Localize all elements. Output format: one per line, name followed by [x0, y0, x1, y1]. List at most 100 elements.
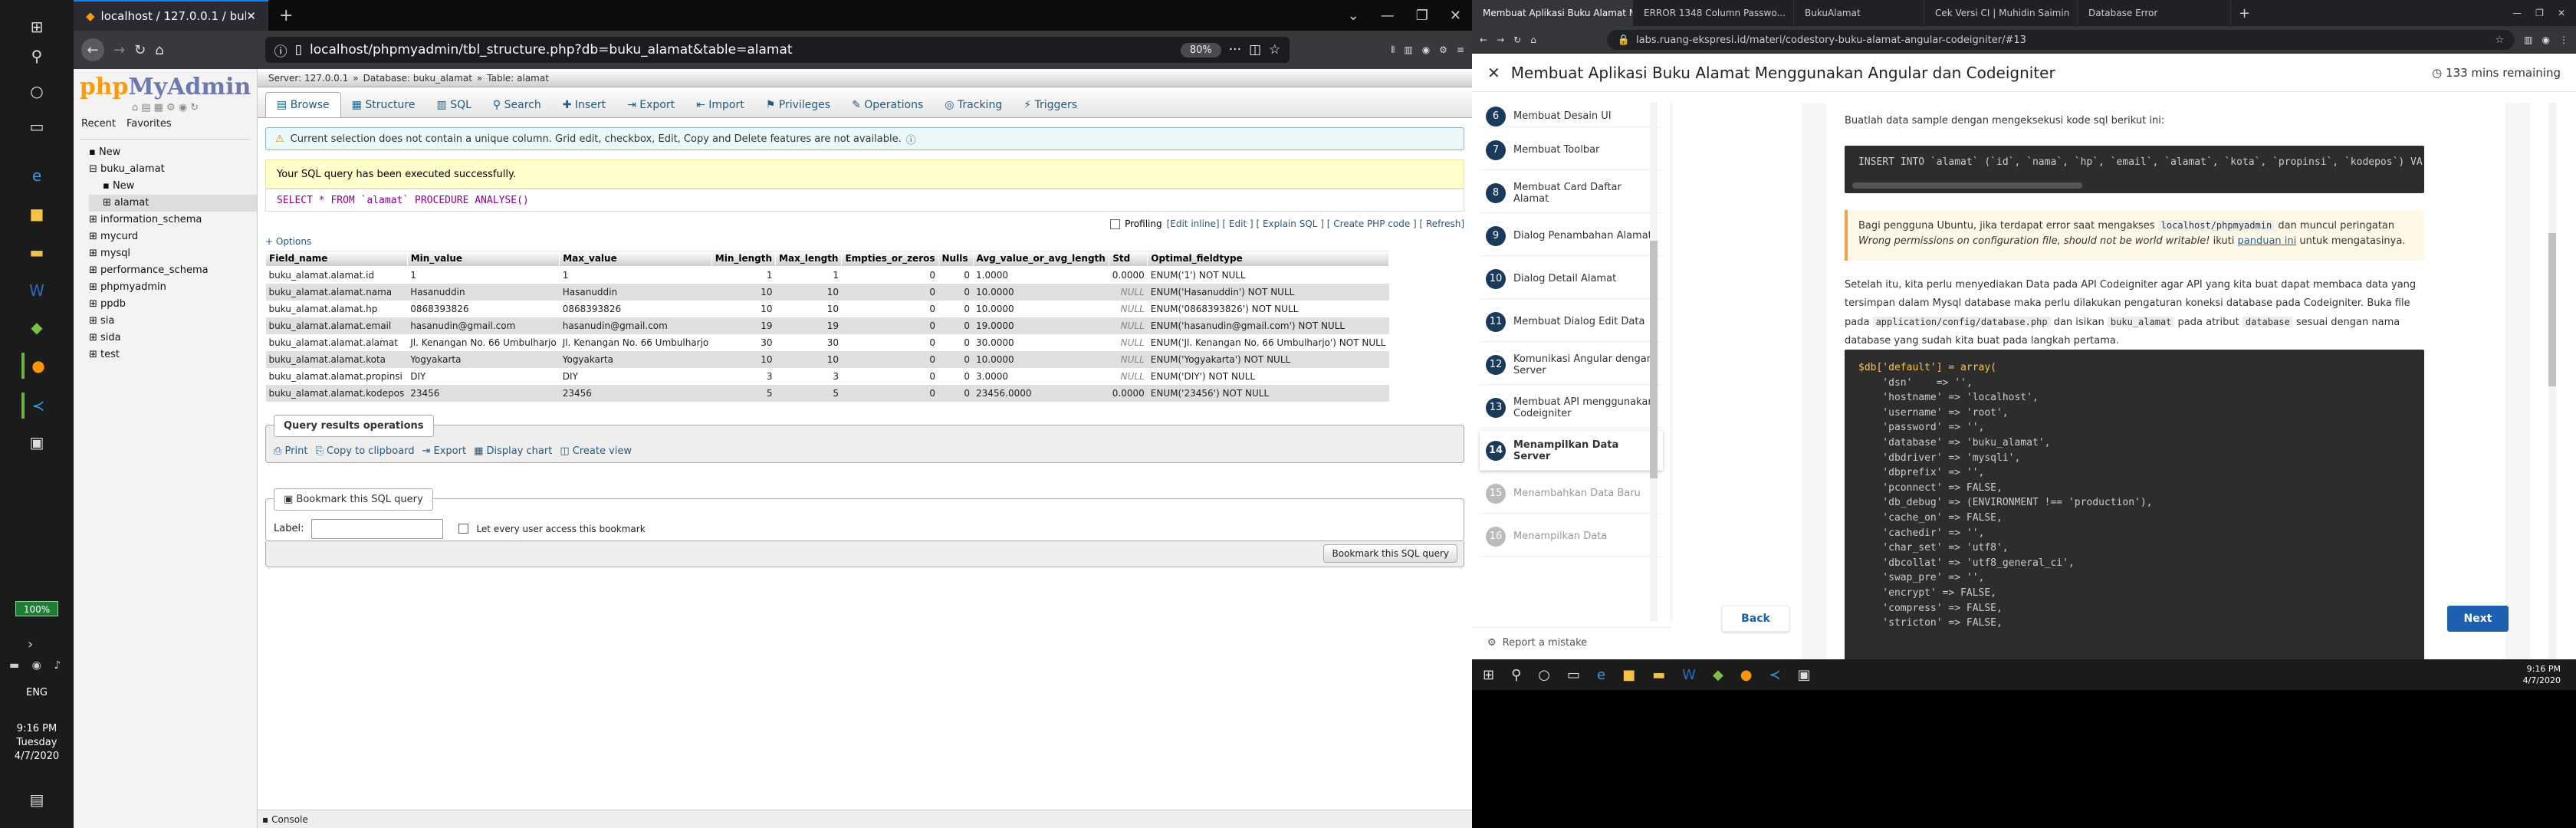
- firefox-icon[interactable]: ●: [21, 353, 52, 379]
- breadcrumb-database[interactable]: Database: buku_alamat: [363, 73, 472, 84]
- edge-icon[interactable]: e: [21, 163, 52, 189]
- close-window-icon[interactable]: ✕: [1439, 8, 1472, 24]
- restore-icon[interactable]: ❐: [1405, 8, 1439, 24]
- col-empties-zeros[interactable]: Empties_or_zeros: [841, 250, 939, 267]
- breadcrumb-table[interactable]: Table: alamat: [487, 73, 549, 84]
- lesson-item[interactable]: 9 Dialog Penambahan Alamat: [1480, 216, 1663, 256]
- tree-item-new[interactable]: ▪ New: [89, 144, 257, 161]
- create-view-link[interactable]: ◫ Create view: [560, 445, 632, 457]
- tree-item-mycurd[interactable]: ⊞ mycurd: [89, 228, 257, 245]
- info-icon[interactable]: ⓘ: [274, 41, 288, 60]
- tab-insert[interactable]: ✚ Insert: [552, 93, 616, 117]
- new-tab-button[interactable]: +: [268, 6, 304, 25]
- bookmark-label-input[interactable]: [311, 518, 444, 539]
- chrome-tab-db-error[interactable]: Database Error: [2078, 0, 2231, 26]
- tree-item-test[interactable]: ⊞ test: [89, 347, 257, 363]
- task-view-icon[interactable]: ▭: [21, 113, 52, 140]
- col-min-value[interactable]: Min_value: [406, 250, 560, 267]
- battery-indicator[interactable]: 100%: [15, 601, 58, 616]
- rt-search-icon[interactable]: ⚲: [1511, 667, 1521, 683]
- back-button[interactable]: Back: [1722, 606, 1789, 632]
- tab-privileges[interactable]: ⚑ Privileges: [755, 93, 841, 117]
- tab-import[interactable]: ⇤ Import: [685, 93, 755, 117]
- next-button[interactable]: Next: [2447, 606, 2509, 632]
- tab-browse[interactable]: ▤ Browse: [265, 92, 341, 117]
- chevron-right-icon[interactable]: ›: [28, 636, 33, 652]
- lesson-item[interactable]: 10 Dialog Detail Alamat: [1480, 259, 1663, 299]
- minimize-icon[interactable]: —: [1370, 8, 1405, 24]
- pocket-icon[interactable]: ◫: [1249, 42, 1261, 58]
- url-bar[interactable]: ⓘ ▯ localhost/phpmyadmin/tbl_structure.p…: [264, 37, 1290, 63]
- sql-query-display[interactable]: SELECT * FROM `alamat` PROCEDURE ANALYSE…: [265, 189, 1464, 212]
- search-icon[interactable]: ⚲: [21, 43, 52, 69]
- col-field-name[interactable]: Field_name: [265, 250, 408, 267]
- query-action-links[interactable]: [Edit inline] [ Edit ] [ Explain SQL ] […: [1167, 219, 1464, 229]
- bookmark-star-icon[interactable]: ☆: [1269, 42, 1280, 58]
- lesson-item[interactable]: 12 Komunikasi Angular dengan Server: [1480, 345, 1663, 385]
- tree-item-sia[interactable]: ⊞ sia: [89, 313, 257, 330]
- rt-firefox-icon[interactable]: ●: [1740, 667, 1753, 683]
- chrome-tab-course[interactable]: Membuat Aplikasi Buku Alamat M...✕: [1472, 0, 1633, 26]
- tree-item-performance-schema[interactable]: ⊞ performance_schema: [89, 262, 257, 279]
- insert-code-block[interactable]: INSERT INTO `alamat` (`id`, `nama`, `hp`…: [1845, 146, 2424, 193]
- browser-tab-phpmyadmin[interactable]: ◆ localhost / 127.0.0.1 / buku_al... ✕: [74, 0, 268, 31]
- extension-icon[interactable]: ⚙: [1439, 44, 1447, 55]
- reload-icon[interactable]: ↻: [134, 42, 146, 58]
- chrome-menu-icon[interactable]: ⋮: [2559, 34, 2568, 45]
- cortana-icon[interactable]: ○: [21, 78, 52, 104]
- copy-clipboard-link[interactable]: ⎘ Copy to clipboard: [315, 445, 414, 457]
- tab-tracking[interactable]: ◎ Tracking: [934, 93, 1013, 117]
- tab-triggers[interactable]: ⚡ Triggers: [1013, 93, 1088, 117]
- rt-start-icon[interactable]: ⊞: [1483, 667, 1494, 683]
- chrome-account-icon[interactable]: ◉: [2542, 34, 2550, 45]
- tree-item-phpmyadmin[interactable]: ⊞ phpmyadmin: [89, 279, 257, 296]
- word-icon[interactable]: W: [21, 278, 52, 304]
- rt-vscode-icon[interactable]: ≺: [1769, 667, 1781, 683]
- favorites-tab[interactable]: Favorites: [127, 118, 172, 130]
- rt-clock[interactable]: 9:16 PM 4/7/2020: [2523, 663, 2576, 686]
- content-scrollbar[interactable]: [2548, 103, 2556, 659]
- lesson-item[interactable]: 16 Menampilkan Data: [1480, 517, 1663, 557]
- report-mistake-link[interactable]: ⚙ Report a mistake: [1472, 627, 1671, 658]
- store-icon[interactable]: ■: [21, 201, 52, 227]
- account-icon[interactable]: ◉: [1422, 44, 1430, 55]
- tree-item-information-schema[interactable]: ⊞ information_schema: [89, 212, 257, 228]
- chrome-url-bar[interactable]: 🔒 labs.ruang-ekspresi.id/materi/codestor…: [1606, 30, 2515, 50]
- lesson-scrollbar[interactable]: [1650, 103, 1658, 621]
- database-config-code[interactable]: $db['default'] = array( 'dsn' => '', 'ho…: [1845, 350, 2424, 659]
- tree-item-sida[interactable]: ⊞ sida: [89, 330, 257, 347]
- breadcrumb-server[interactable]: Server: 127.0.0.1: [268, 73, 348, 84]
- chrome-minimize-icon[interactable]: —: [2512, 8, 2522, 18]
- tab-sql[interactable]: ▥ SQL: [426, 93, 482, 117]
- col-nulls[interactable]: Nulls: [938, 250, 974, 267]
- language-indicator[interactable]: ENG: [0, 687, 74, 698]
- tab-operations[interactable]: ✎ Operations: [841, 93, 934, 117]
- print-link[interactable]: ⎙ Print: [274, 445, 307, 457]
- vscode-icon[interactable]: ≺: [21, 393, 52, 419]
- code-scrollbar[interactable]: [1852, 182, 2082, 189]
- rt-cortana-icon[interactable]: ○: [1538, 667, 1550, 683]
- zoom-level[interactable]: 80%: [1180, 42, 1221, 58]
- app-icon[interactable]: ◆: [21, 314, 52, 340]
- chrome-home-icon[interactable]: ⌂: [1530, 34, 1536, 45]
- chrome-bookmark-icon[interactable]: ☆: [2496, 34, 2505, 46]
- close-tab-icon[interactable]: ✕: [246, 9, 256, 23]
- col-avg[interactable]: Avg_value_or_avg_length: [972, 250, 1110, 267]
- lesson-item[interactable]: 14 Menampilkan Data Server: [1480, 431, 1663, 471]
- tree-item-buku-alamat[interactable]: ⊟ buku_alamat: [89, 161, 257, 178]
- rt-store-icon[interactable]: ■: [1622, 667, 1635, 683]
- lesson-item[interactable]: 15 Menambahkan Data Baru: [1480, 474, 1663, 514]
- chrome-forward-icon[interactable]: →: [1497, 34, 1504, 45]
- chrome-new-tab-button[interactable]: +: [2231, 5, 2258, 21]
- pma-logo[interactable]: phpMyAdmin: [74, 74, 257, 100]
- back-icon[interactable]: ←: [81, 38, 104, 61]
- rt-explorer-icon[interactable]: ▬: [1652, 667, 1665, 683]
- lesson-item[interactable]: 8 Membuat Card Daftar Alamat: [1480, 173, 1663, 213]
- tree-item-new-table[interactable]: ▪ New: [89, 178, 257, 195]
- close-course-icon[interactable]: ✕: [1487, 64, 1500, 82]
- help-icon[interactable]: ⓘ: [906, 132, 916, 146]
- lesson-item[interactable]: 6 Membuat Desain UI: [1480, 106, 1663, 127]
- tree-item-ppdb[interactable]: ⊞ ppdb: [89, 296, 257, 313]
- col-min-length[interactable]: Min_length: [711, 250, 777, 267]
- col-max-length[interactable]: Max_length: [775, 250, 843, 267]
